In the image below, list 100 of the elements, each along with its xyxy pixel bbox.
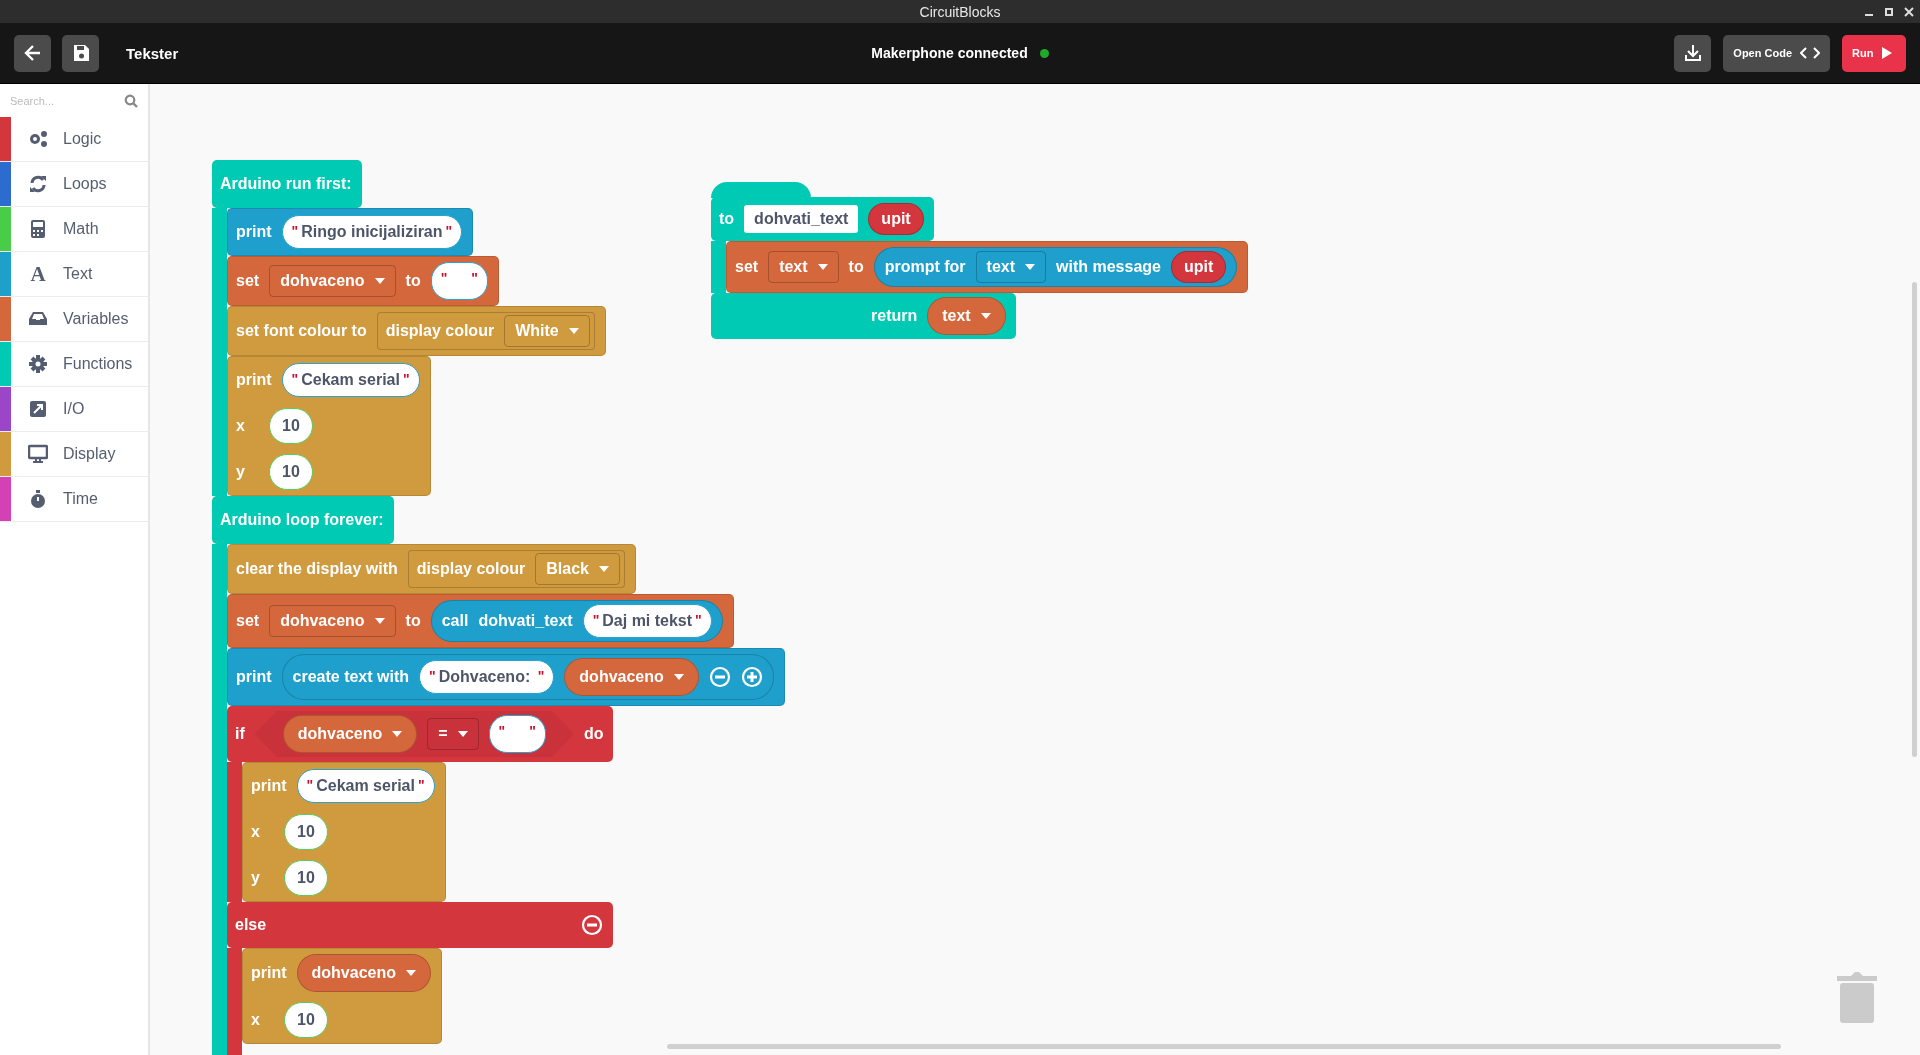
block-label: dohvati_text	[478, 612, 573, 630]
arrow-icon	[22, 43, 43, 63]
caret-icon	[392, 731, 403, 737]
vertical-scrollbar[interactable]	[1912, 282, 1917, 757]
block-label: to	[405, 612, 421, 630]
block-label: display colour	[416, 560, 526, 578]
maximize-icon[interactable]	[1884, 6, 1894, 17]
caret-icon	[374, 278, 385, 284]
search-icon[interactable]	[124, 93, 138, 108]
category-item[interactable]: Loops	[0, 162, 148, 207]
code-block[interactable]: set dohvaceno to " "	[227, 256, 499, 306]
number-field[interactable]: 10	[283, 814, 328, 850]
variable-dropdown[interactable]: dohvaceno	[296, 954, 431, 992]
reporter-block[interactable]: call dohvati_text " Daj mi tekst "	[430, 600, 723, 642]
category-item[interactable]: A Text	[0, 252, 148, 297]
code-block-header[interactable]: to dohvati_text upit	[711, 197, 934, 241]
text-field[interactable]: " "	[488, 715, 546, 753]
block-label: set font colour to	[236, 322, 367, 340]
dropdown[interactable]: dohvaceno	[269, 605, 396, 637]
caret-icon	[980, 313, 991, 319]
caret-icon	[1025, 264, 1035, 270]
number-field[interactable]: 10	[268, 408, 313, 444]
variable-dropdown[interactable]: text	[927, 297, 1006, 335]
number-field[interactable]: 10	[268, 454, 313, 490]
gear-icon	[28, 354, 48, 374]
code-block[interactable]: print " Cekam serial " x 10 y 10	[227, 356, 431, 496]
code-block[interactable]: set dohvaceno to call dohvati_text " Daj mi tekst "	[227, 594, 734, 648]
caret-icon	[673, 674, 684, 680]
dropdown[interactable]: =	[427, 718, 479, 750]
window-title: CircuitBlocks	[919, 3, 1001, 20]
text-field[interactable]: " Ringo inicijaliziran "	[281, 215, 463, 249]
stopwatch-icon	[28, 489, 48, 509]
block-label: return	[871, 307, 918, 325]
back-button[interactable]	[14, 34, 51, 72]
text-field[interactable]: " Daj mi tekst "	[582, 604, 712, 638]
text-field[interactable]: " Dohvaceno: "	[419, 660, 555, 694]
block-label: if	[235, 725, 245, 743]
block-label: prompt for	[884, 258, 966, 276]
calculator-icon	[28, 219, 48, 239]
category-item[interactable]: Math	[0, 207, 148, 252]
block-label: with message	[1056, 258, 1161, 276]
text-field[interactable]: " Cekam serial "	[281, 363, 420, 397]
play-icon	[1881, 46, 1894, 60]
horizontal-scrollbar[interactable]	[667, 1044, 1781, 1049]
text-field[interactable]: " "	[430, 262, 488, 300]
minus-icon[interactable]	[581, 914, 604, 936]
close-icon[interactable]	[1904, 6, 1914, 17]
text-field[interactable]: " Cekam serial "	[296, 769, 435, 803]
code-block[interactable]: print create text with " Dohvaceno: " dohvaceno	[227, 648, 785, 706]
search-field[interactable]: Search...	[10, 94, 110, 107]
open-code-button[interactable]: Open Code	[1723, 34, 1830, 72]
variable-dropdown[interactable]: dohvaceno	[564, 658, 699, 696]
monitor-icon	[28, 444, 48, 464]
download-button[interactable]	[1674, 34, 1712, 72]
arrow-square-icon	[28, 399, 48, 419]
dropdown[interactable]: dohvaceno	[269, 265, 396, 297]
variable-dropdown[interactable]: dohvaceno	[282, 715, 418, 753]
code-block[interactable]: set text to prompt for text with message upit	[726, 241, 1249, 293]
code-block-header[interactable]: if dohvaceno = " " do	[227, 706, 614, 762]
project-name: Tekster	[126, 44, 179, 62]
name-field[interactable]: dohvati_text	[744, 205, 859, 233]
block-label: set	[735, 258, 759, 276]
condition-block[interactable]: dohvaceno = " "	[254, 711, 574, 757]
reporter-block[interactable]: prompt for text with message upit	[873, 247, 1238, 287]
block-label: display colour	[385, 322, 495, 340]
block-label: to	[405, 272, 421, 290]
category-item[interactable]: Functions	[0, 342, 148, 387]
category-item[interactable]: Variables	[0, 297, 148, 342]
category-item[interactable]: Time	[0, 477, 148, 522]
gears-icon	[28, 129, 48, 149]
reporter-block[interactable]: create text with " Dohvaceno: " dohvaceno	[281, 654, 774, 700]
run-button[interactable]: Run	[1842, 34, 1906, 72]
dropdown[interactable]: text	[768, 251, 839, 283]
argument-block[interactable]: upit	[1170, 251, 1227, 283]
category-item[interactable]: Logic	[0, 117, 148, 162]
block-label: x	[236, 417, 245, 435]
number-field[interactable]: 10	[283, 860, 328, 896]
block-label: print	[251, 777, 287, 795]
minus-icon[interactable]	[708, 666, 731, 688]
block-label: print	[251, 964, 287, 982]
argument-block[interactable]: upit	[868, 203, 924, 235]
caret-icon	[406, 970, 416, 976]
block-label: to	[719, 210, 735, 228]
caret-icon	[374, 618, 385, 624]
code-block-header[interactable]: return text	[711, 293, 1016, 339]
block-label: else	[235, 916, 267, 934]
plus-icon[interactable]	[740, 666, 763, 688]
block-label: y	[236, 463, 245, 481]
code-block[interactable]: print dohvaceno x 10	[242, 948, 442, 1044]
category-item[interactable]: I/O	[0, 387, 148, 432]
code-block-header[interactable]: else	[227, 902, 614, 948]
number-field[interactable]: 10	[283, 1002, 328, 1038]
save-button[interactable]	[62, 34, 99, 72]
caret-icon	[568, 328, 579, 334]
caret-icon	[599, 566, 609, 572]
block-label: clear the display with	[236, 560, 398, 578]
category-item[interactable]: Display	[0, 432, 148, 477]
code-block[interactable]: print " Cekam serial " x 10 y 10	[242, 762, 446, 902]
block-label: set	[236, 272, 260, 290]
code-block[interactable]: print " Ringo inicijaliziran "	[227, 208, 474, 256]
